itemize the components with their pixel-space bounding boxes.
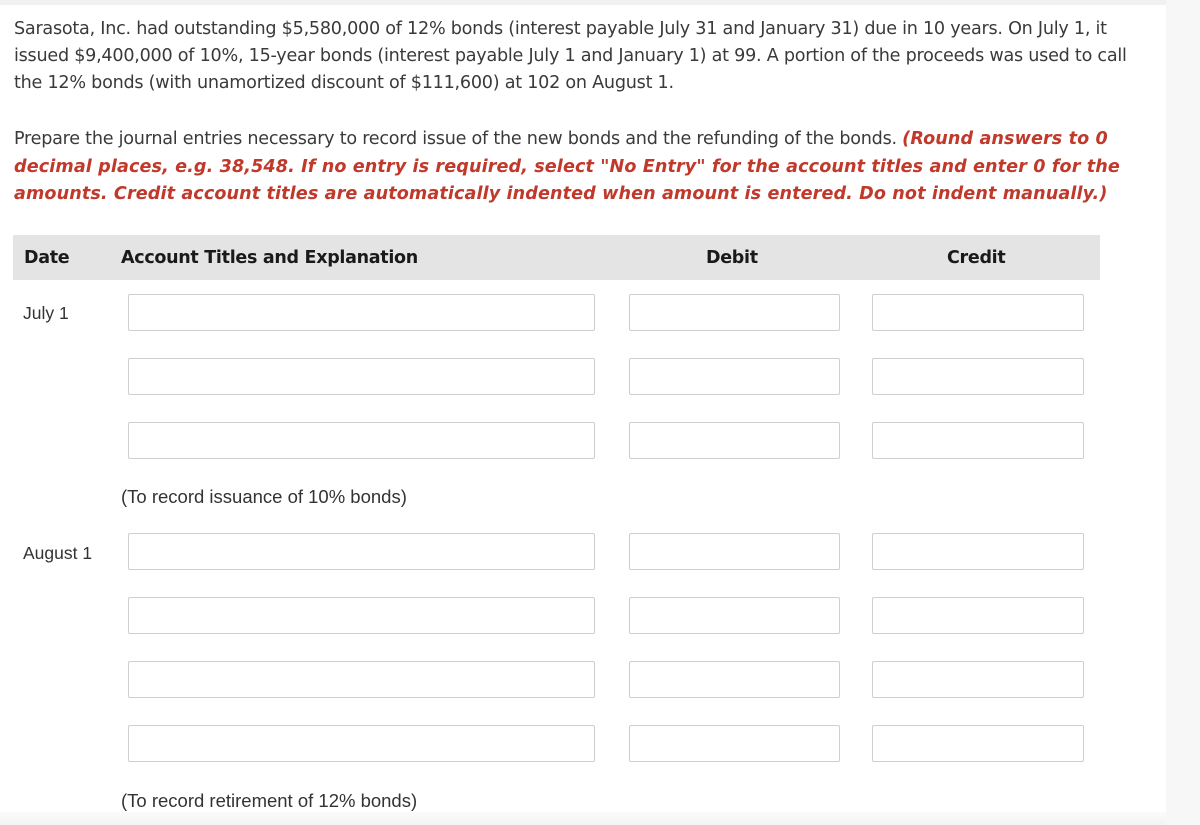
header-debit: Debit (706, 248, 758, 268)
debit-amount-input[interactable] (629, 661, 840, 698)
credit-amount-input[interactable] (872, 294, 1084, 331)
account-title-input[interactable] (128, 661, 595, 698)
page-bottom-edge (0, 812, 1166, 825)
top-divider (0, 0, 1166, 5)
entry-explanation: (To record retirement of 12% bonds) (121, 790, 418, 811)
credit-amount-input[interactable] (872, 725, 1084, 762)
debit-amount-input[interactable] (629, 597, 840, 634)
account-title-input[interactable] (128, 533, 595, 570)
debit-amount-input[interactable] (629, 294, 840, 331)
account-title-input[interactable] (128, 358, 595, 395)
credit-amount-input[interactable] (872, 533, 1084, 570)
debit-amount-input[interactable] (629, 725, 840, 762)
account-title-input[interactable] (128, 725, 595, 762)
entry-date: July 1 (23, 303, 69, 323)
instructions-text: Prepare the journal entries necessary to… (14, 129, 903, 149)
entry-date: August 1 (23, 543, 93, 563)
account-title-input[interactable] (128, 597, 595, 634)
problem-statement: Sarasota, Inc. had outstanding $5,580,00… (14, 19, 1127, 93)
header-account-titles: Account Titles and Explanation (121, 248, 418, 268)
credit-amount-input[interactable] (872, 661, 1084, 698)
credit-amount-input[interactable] (872, 358, 1084, 395)
account-title-input[interactable] (128, 294, 595, 331)
instructions: Prepare the journal entries necessary to… (14, 126, 1164, 209)
header-credit: Credit (947, 248, 1006, 268)
credit-amount-input[interactable] (872, 422, 1084, 459)
page-right-margin (1166, 0, 1200, 825)
debit-amount-input[interactable] (629, 422, 840, 459)
credit-amount-input[interactable] (872, 597, 1084, 634)
journal-table-header: Date Account Titles and Explanation Debi… (13, 235, 1100, 280)
debit-amount-input[interactable] (629, 358, 840, 395)
entry-explanation: (To record issuance of 10% bonds) (121, 486, 407, 507)
account-title-input[interactable] (128, 422, 595, 459)
header-date: Date (24, 248, 70, 268)
debit-amount-input[interactable] (629, 533, 840, 570)
